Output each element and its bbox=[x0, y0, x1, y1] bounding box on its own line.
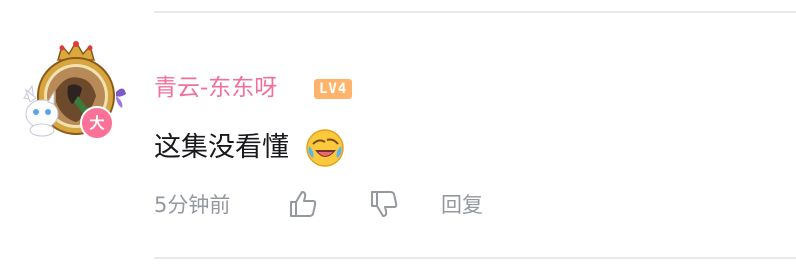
level-badge: LV4 bbox=[314, 79, 353, 99]
thumb-up-icon[interactable] bbox=[287, 188, 319, 220]
avatar-badge: 大 bbox=[80, 106, 114, 140]
avatar-frame-image bbox=[23, 40, 126, 137]
username[interactable]: 青云-东东呀 bbox=[154, 72, 277, 104]
avatar[interactable]: 大 bbox=[20, 40, 132, 140]
comment-text: 这集没看懂 bbox=[154, 132, 289, 163]
timestamp: 5分钟前 bbox=[154, 193, 231, 217]
bottom-divider bbox=[154, 257, 796, 259]
laughing-crying-emoji-icon bbox=[306, 129, 344, 167]
reply-button[interactable]: 回复 bbox=[441, 190, 483, 220]
thumb-down-icon[interactable] bbox=[368, 188, 400, 220]
top-divider bbox=[154, 11, 796, 13]
